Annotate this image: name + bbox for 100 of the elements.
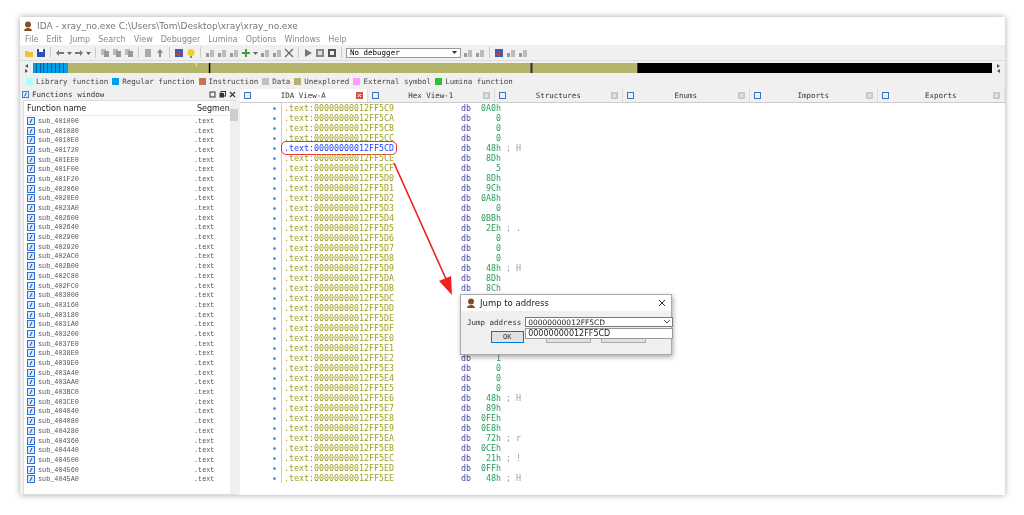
operand-text: 72h	[484, 433, 501, 443]
mnemonic-text: db	[460, 173, 472, 183]
mnemonic-text: db	[460, 433, 472, 443]
address-text: .text:00000000012FF5CB	[283, 123, 395, 133]
dialog-title: Jump to address	[480, 298, 550, 308]
address-text: .text:00000000012FF5D7	[283, 243, 395, 253]
mnemonic-text: db	[460, 383, 472, 393]
operand-text: 8Ch	[484, 283, 501, 293]
operand-text: 0CEh	[479, 443, 501, 453]
mnemonic-text: db	[460, 163, 472, 173]
mnemonic-text: db	[460, 363, 472, 373]
address-text: .text:00000000012FF5DA	[283, 273, 395, 283]
operand-text: 0A8h	[479, 193, 501, 203]
operand-text: 0FFh	[479, 463, 501, 473]
comment-text: ; .	[505, 223, 521, 233]
address-text: .text:00000000012FF5E4	[283, 373, 395, 383]
address-text: .text:00000000012FF5D2	[283, 193, 395, 203]
window-title: IDA - xray_no.exe C:\Users\Tom\Desktop\xray\xray_no.exe	[37, 20, 298, 31]
mnemonic-text: db	[460, 133, 472, 143]
address-text: .text:00000000012FF5E6	[283, 393, 395, 403]
address-text: .text:00000000012FF5ED	[283, 463, 395, 473]
address-text: .text:00000000012FF5D4	[283, 213, 395, 223]
address-text: .text:00000000012FF5EE	[283, 473, 395, 483]
operand-text: 0BBh	[479, 213, 501, 223]
address-text: .text:00000000012FF5DB	[283, 283, 395, 293]
operand-text: 0	[494, 363, 501, 373]
mnemonic-text: db	[460, 393, 472, 403]
mnemonic-text: db	[460, 203, 472, 213]
operand-text: 0	[494, 133, 501, 143]
operand-text: 21h	[484, 453, 501, 463]
operand-text: 0A0h	[479, 103, 501, 113]
operand-text: 0FEh	[479, 413, 501, 423]
operand-text: 0	[494, 243, 501, 253]
address-text: .text:00000000012FF5DE	[283, 313, 395, 323]
mnemonic-text: db	[460, 223, 472, 233]
address-text: .text:00000000012FF5D9	[283, 263, 395, 273]
comment-text: ; H	[505, 143, 521, 153]
mnemonic-text: db	[460, 453, 472, 463]
operand-text: 0	[494, 113, 501, 123]
address-text: .text:00000000012FF5CD	[283, 143, 395, 153]
operand-text: 48h	[484, 473, 501, 483]
mnemonic-text: db	[460, 213, 472, 223]
mnemonic-text: db	[460, 153, 472, 163]
mnemonic-text: db	[460, 443, 472, 453]
mnemonic-text: db	[460, 233, 472, 243]
operand-text: 0	[494, 373, 501, 383]
address-text: .text:00000000012FF5D0	[283, 173, 395, 183]
address-text: .text:00000000012FF5CF	[283, 163, 395, 173]
comment-text: ; r	[505, 433, 521, 443]
mnemonic-text: db	[460, 373, 472, 383]
operand-text: 48h	[484, 393, 501, 403]
mnemonic-text: db	[460, 253, 472, 263]
address-text: .text:00000000012FF5EA	[283, 433, 395, 443]
operand-text: 5	[494, 163, 501, 173]
mnemonic-text: db	[460, 193, 472, 203]
mnemonic-text: db	[460, 143, 472, 153]
address-text: .text:00000000012FF5D5	[283, 223, 395, 233]
address-text: .text:00000000012FF5DD	[283, 303, 395, 313]
address-text: .text:00000000012FF5EB	[283, 443, 395, 453]
address-text: .text:00000000012FF5E3	[283, 363, 395, 373]
address-text: .text:00000000012FF5CA	[283, 113, 395, 123]
mnemonic-text: db	[460, 463, 472, 473]
address-text: .text:00000000012FF5D8	[283, 253, 395, 263]
mnemonic-text: db	[460, 283, 472, 293]
operand-text: 8Dh	[484, 173, 501, 183]
comment-text: ; !	[505, 453, 521, 463]
operand-text: 8Dh	[484, 273, 501, 283]
comment-text: ; H	[505, 263, 521, 273]
address-text: .text:00000000012FF5E7	[283, 403, 395, 413]
address-text: .text:00000000012FF5D3	[283, 203, 395, 213]
address-text: .text:00000000012FF5E5	[283, 383, 395, 393]
address-text: .text:00000000012FF5DF	[283, 323, 395, 333]
operand-text: 48h	[484, 263, 501, 273]
address-text: .text:00000000012FF5E1	[283, 343, 395, 353]
mnemonic-text: db	[460, 183, 472, 193]
comment-text: ; H	[505, 473, 521, 483]
address-text: .text:00000000012FF5CE	[283, 153, 395, 163]
address-text: .text:00000000012FF5E0	[283, 333, 395, 343]
address-text: .text:00000000012FF5EC	[283, 453, 395, 463]
operand-text: 0	[494, 203, 501, 213]
operand-text: 0E8h	[479, 423, 501, 433]
address-text: .text:00000000012FF5D6	[283, 233, 395, 243]
operand-text: 48h	[484, 143, 501, 153]
operand-text: 0	[494, 253, 501, 263]
operand-text: 8Dh	[484, 153, 501, 163]
mnemonic-text: db	[460, 263, 472, 273]
address-text: .text:00000000012FF5E8	[283, 413, 395, 423]
address-text: .text:00000000012FF5C9	[283, 103, 395, 113]
operand-text: 0	[494, 233, 501, 243]
comment-text: ; H	[505, 393, 521, 403]
mnemonic-text: db	[460, 473, 472, 483]
mnemonic-text: db	[460, 123, 472, 133]
mnemonic-text: db	[460, 423, 472, 433]
mnemonic-text: db	[460, 273, 472, 283]
address-text: .text:00000000012FF5CC	[283, 133, 395, 143]
operand-text: 0	[494, 383, 501, 393]
address-text: .text:00000000012FF5E9	[283, 423, 395, 433]
operand-text: 0	[494, 123, 501, 133]
mnemonic-text: db	[460, 413, 472, 423]
mnemonic-text: db	[460, 113, 472, 123]
